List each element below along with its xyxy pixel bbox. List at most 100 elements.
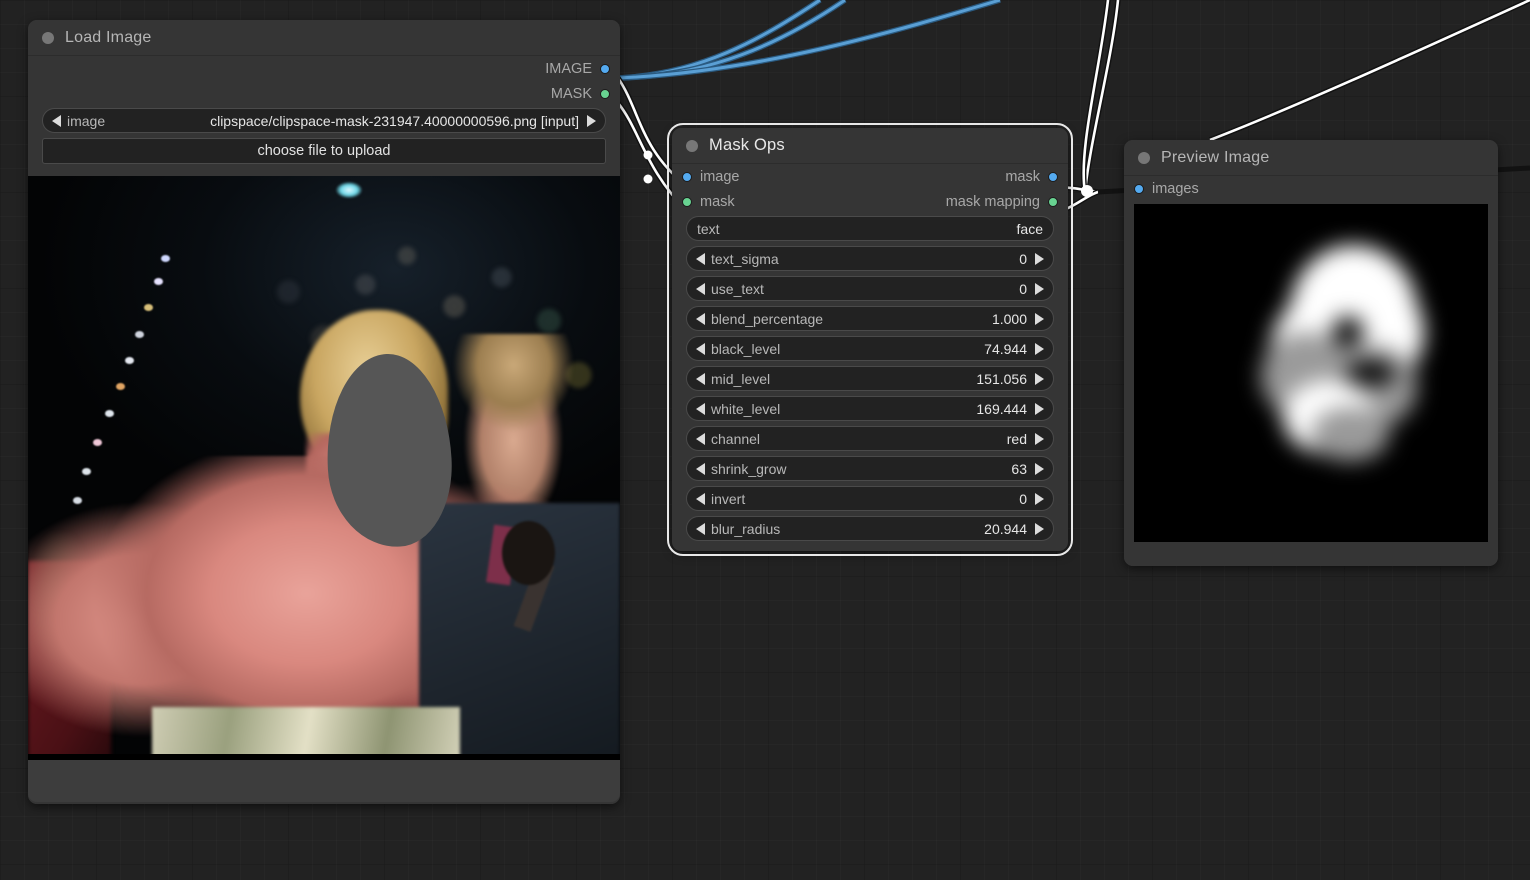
widget-use-text-value[interactable]: 0 (1019, 281, 1027, 297)
image-slot-dot-icon[interactable] (600, 63, 610, 74)
chevron-right-icon[interactable] (1035, 312, 1044, 325)
mask-output-dot-icon[interactable] (1048, 171, 1058, 182)
node-title-text: Load Image (65, 28, 152, 46)
widget-blur-radius-label: blur_radius (711, 520, 781, 537)
chevron-right-icon[interactable] (1035, 372, 1044, 385)
chevron-right-icon[interactable] (1035, 342, 1044, 355)
widget-text-label: text (697, 220, 720, 237)
mask-ops-body: image mask mask mask mapping text face t… (672, 164, 1068, 551)
widget-shrink-grow-label: shrink_grow (711, 460, 787, 477)
widget-text-sigma[interactable]: text_sigma 0 (686, 246, 1054, 271)
widget-white-level-label: white_level (711, 400, 781, 417)
mask-ops-title-bar[interactable]: Mask Ops (672, 128, 1068, 164)
load-image-widgets: image clipspace/clipspace-mask-231947.40… (28, 106, 620, 172)
chevron-right-icon[interactable] (1035, 492, 1044, 505)
output-slot-mask-label: MASK (550, 85, 592, 102)
widget-text-sigma-value[interactable]: 0 (1019, 251, 1027, 267)
chevron-left-icon[interactable] (696, 462, 705, 475)
mask-blob-group (1134, 204, 1488, 542)
input-slot-images[interactable]: images (1124, 176, 1498, 201)
widget-invert-label: invert (711, 490, 746, 507)
preview-image-node-footer (1124, 542, 1498, 564)
node-mask-ops[interactable]: Mask Ops image mask mask mask mapping te… (667, 123, 1073, 556)
preview-image-title-bar[interactable]: Preview Image (1124, 140, 1498, 176)
widget-image-combo[interactable]: image clipspace/clipspace-mask-231947.40… (42, 108, 606, 133)
node-load-image[interactable]: Load Image IMAGE MASK image clipspace/cl… (28, 20, 620, 804)
chevron-left-icon[interactable] (696, 432, 705, 445)
node-collapse-dot[interactable] (686, 139, 698, 152)
chevron-right-icon[interactable] (1035, 252, 1044, 265)
widget-blend-percentage[interactable]: blend_percentage 1.000 (686, 306, 1054, 331)
chevron-left-icon[interactable] (696, 252, 705, 265)
widget-shrink-grow[interactable]: shrink_grow 63 (686, 456, 1054, 481)
photo-content (28, 176, 620, 760)
mask-ops-widgets: text face text_sigma 0 use_text 0 blend_… (672, 214, 1068, 549)
chevron-left-icon[interactable] (696, 402, 705, 415)
chevron-left-icon[interactable] (696, 282, 705, 295)
widget-mid-level[interactable]: mid_level 151.056 (686, 366, 1054, 391)
preview-image-body: images (1124, 176, 1498, 566)
chevron-right-icon[interactable] (1035, 282, 1044, 295)
widget-blend-percentage-label: blend_percentage (711, 310, 824, 327)
chevron-left-icon[interactable] (52, 114, 61, 127)
output-slot-mask[interactable]: MASK (28, 81, 620, 106)
output-slot-mask-label: mask (1005, 168, 1040, 185)
chevron-right-icon[interactable] (1035, 402, 1044, 415)
output-slot-image[interactable]: IMAGE (28, 56, 620, 81)
chevron-right-icon[interactable] (587, 114, 596, 127)
widget-invert-value[interactable]: 0 (1019, 491, 1027, 507)
output-slot-mask-mapping-label: mask mapping (945, 193, 1040, 210)
chevron-left-icon[interactable] (696, 342, 705, 355)
node-title-text: Preview Image (1161, 148, 1270, 166)
photo-trunks (152, 707, 461, 760)
images-slot-dot-icon[interactable] (1134, 183, 1144, 194)
chevron-left-icon[interactable] (696, 312, 705, 325)
widget-invert[interactable]: invert 0 (686, 486, 1054, 511)
widget-channel-label: channel (711, 430, 761, 447)
chevron-left-icon[interactable] (696, 492, 705, 505)
choose-file-to-upload-button[interactable]: choose file to upload (42, 138, 606, 164)
load-image-body: IMAGE MASK image clipspace/clipspace-mas… (28, 56, 620, 804)
widget-blur-radius[interactable]: blur_radius 20.944 (686, 516, 1054, 541)
widget-black-level-label: black_level (711, 340, 781, 357)
chevron-left-icon[interactable] (696, 372, 705, 385)
widget-blend-percentage-value[interactable]: 1.000 (992, 311, 1027, 327)
mask-slot-dot-icon[interactable] (600, 88, 610, 99)
widget-image-label: image (67, 112, 106, 129)
output-slot-mask[interactable]: mask (672, 164, 1068, 189)
widget-use-text-label: use_text (711, 280, 764, 297)
preview-image-mask-preview[interactable] (1134, 204, 1488, 542)
node-collapse-dot[interactable] (1138, 151, 1150, 164)
chevron-right-icon[interactable] (1035, 522, 1044, 535)
widget-white-level-value[interactable]: 169.444 (976, 401, 1027, 417)
widget-text-value[interactable]: face (1017, 221, 1043, 237)
chevron-right-icon[interactable] (1035, 432, 1044, 445)
widget-mid-level-value[interactable]: 151.056 (976, 371, 1027, 387)
widget-channel-value[interactable]: red (1007, 431, 1027, 447)
load-image-node-footer (28, 760, 620, 802)
photo-bottom-edge (28, 754, 620, 760)
node-collapse-dot[interactable] (42, 31, 54, 44)
widget-white-level[interactable]: white_level 169.444 (686, 396, 1054, 421)
widget-shrink-grow-value[interactable]: 63 (1011, 461, 1027, 477)
load-image-photo-preview[interactable] (28, 176, 620, 760)
load-image-title-bar[interactable]: Load Image (28, 20, 620, 56)
widget-mid-level-label: mid_level (711, 370, 771, 387)
widget-text[interactable]: text face (686, 216, 1054, 241)
widget-black-level-value[interactable]: 74.944 (984, 341, 1027, 357)
output-slot-mask-mapping[interactable]: mask mapping (672, 189, 1068, 214)
widget-use-text[interactable]: use_text 0 (686, 276, 1054, 301)
widget-black-level[interactable]: black_level 74.944 (686, 336, 1054, 361)
photo-microphone (501, 520, 555, 585)
output-slot-image-label: IMAGE (545, 60, 592, 77)
widget-blur-radius-value[interactable]: 20.944 (984, 521, 1027, 537)
node-graph-canvas[interactable]: Load Image IMAGE MASK image clipspace/cl… (0, 0, 1530, 880)
chevron-right-icon[interactable] (1035, 462, 1044, 475)
chevron-left-icon[interactable] (696, 522, 705, 535)
node-preview-image[interactable]: Preview Image images (1124, 140, 1498, 566)
node-title-text: Mask Ops (709, 136, 785, 154)
widget-text-sigma-label: text_sigma (711, 250, 779, 267)
input-slot-images-label: images (1152, 180, 1199, 197)
widget-channel[interactable]: channel red (686, 426, 1054, 451)
mask-mapping-dot-icon[interactable] (1048, 196, 1058, 207)
